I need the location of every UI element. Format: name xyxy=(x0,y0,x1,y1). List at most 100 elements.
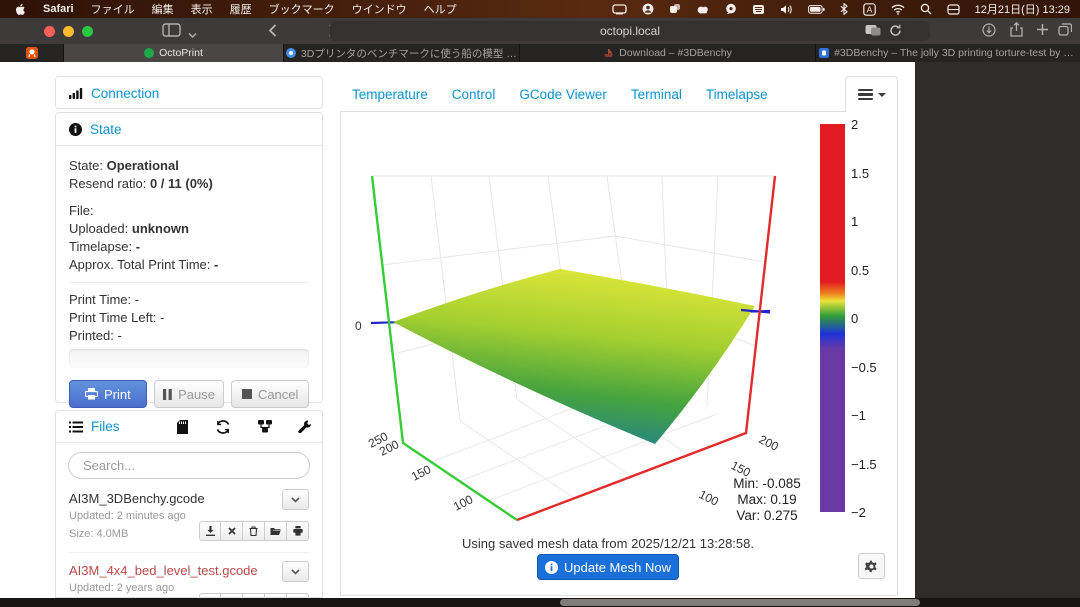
file-expand-button[interactable] xyxy=(282,489,309,510)
macos-menu-bar: Safari ファイル 編集 表示 履歴 ブックマーク ウインドウ ヘルプ A … xyxy=(0,0,1080,18)
colorbar-tick: −2 xyxy=(851,505,893,520)
print-time-left-value: - xyxy=(160,310,164,325)
sidebar-toggle-icon[interactable] xyxy=(162,23,181,42)
cloud-icon[interactable] xyxy=(696,2,710,16)
shortcuts-icon[interactable] xyxy=(669,2,681,16)
colorbar-tick: −1 xyxy=(851,408,893,423)
spotlight-icon[interactable] xyxy=(920,2,932,16)
mesh-min: Min: -0.085 xyxy=(733,476,801,491)
printer-icon xyxy=(85,388,98,400)
tab-temperature[interactable]: Temperature xyxy=(352,87,428,102)
address-bar[interactable]: octopi.local xyxy=(330,21,930,41)
file-expand-button[interactable] xyxy=(282,561,309,582)
octoprint-favicon xyxy=(144,48,154,58)
control-center-icon[interactable] xyxy=(947,2,960,16)
print-button[interactable]: Print xyxy=(69,380,147,408)
files-panel-header[interactable]: Files xyxy=(56,411,322,443)
reload-icon[interactable] xyxy=(889,24,902,40)
sd-card-icon[interactable] xyxy=(177,420,188,437)
tab-3d-printer-article[interactable]: 3Dプリンタのベンチマークに使う船の模型 | 3Dエンジン xyxy=(284,44,520,62)
zoom-window-button[interactable] xyxy=(82,26,93,37)
back-button[interactable] xyxy=(268,24,277,42)
tab-gcode-viewer[interactable]: GCode Viewer xyxy=(519,87,607,102)
signal-bars-icon xyxy=(69,87,83,99)
pause-button[interactable]: Pause xyxy=(154,380,225,408)
download-icon[interactable] xyxy=(199,521,221,541)
tab-octoprint[interactable]: OctoPrint xyxy=(64,44,284,62)
files-search-input[interactable] xyxy=(68,452,310,479)
minimize-window-button[interactable] xyxy=(63,26,74,37)
load-folder-icon[interactable] xyxy=(265,521,287,541)
sidebar-chevron-icon[interactable] xyxy=(188,26,197,44)
menu-item-file[interactable]: ファイル xyxy=(91,1,135,17)
creativetools-favicon xyxy=(819,48,829,58)
benchy-boat-favicon xyxy=(603,48,614,58)
bluetooth-icon[interactable] xyxy=(840,2,848,16)
menu-item-view[interactable]: 表示 xyxy=(191,1,213,17)
address-bar-url: octopi.local xyxy=(600,24,660,38)
svg-text:A: A xyxy=(866,4,872,14)
trash-icon[interactable] xyxy=(243,521,265,541)
folder-tree-icon[interactable] xyxy=(258,420,272,436)
share-icon[interactable] xyxy=(1010,22,1023,42)
keyboard-icon[interactable] xyxy=(752,2,765,16)
bed-mesh-3d-plot[interactable]: 0 250 200 150 100 200 150 100 Min: -0.08… xyxy=(341,112,898,595)
printed-value: - xyxy=(117,328,121,343)
file-row[interactable]: AI3M_3DBenchy.gcode Updated: 2 minutes a… xyxy=(56,481,322,548)
user-icon[interactable] xyxy=(642,2,654,16)
state-panel-header[interactable]: State xyxy=(56,113,322,145)
battery-icon[interactable] xyxy=(808,2,825,16)
resend-ratio-label: Resend ratio: xyxy=(69,176,146,191)
pinned-tab-octoprint[interactable] xyxy=(0,44,64,62)
menu-item-history[interactable]: 履歴 xyxy=(230,1,252,17)
menu-item-window[interactable]: ウインドウ xyxy=(352,1,407,17)
wifi-icon[interactable] xyxy=(891,2,905,16)
downloads-icon[interactable] xyxy=(982,23,996,42)
screen: Safari ファイル 編集 表示 履歴 ブックマーク ウインドウ ヘルプ A … xyxy=(0,0,1080,607)
translate-badge-icon[interactable] xyxy=(865,24,881,40)
tab-timelapse[interactable]: Timelapse xyxy=(706,87,768,102)
update-mesh-button[interactable]: Update Mesh Now xyxy=(537,554,679,580)
menu-item-safari[interactable]: Safari xyxy=(43,3,74,15)
tab-overview-icon[interactable] xyxy=(1058,23,1072,41)
wrench-icon[interactable] xyxy=(298,420,311,436)
chat-icon[interactable] xyxy=(725,2,737,16)
file-name[interactable]: AI3M_3DBenchy.gcode xyxy=(69,491,269,506)
close-window-button[interactable] xyxy=(44,26,55,37)
file-row[interactable]: AI3M_4x4_bed_level_test.gcode Updated: 2… xyxy=(56,553,322,598)
connection-panel-header[interactable]: Connection xyxy=(56,77,322,109)
mesh-data-caption: Using saved mesh data from 2025/12/21 13… xyxy=(341,536,875,551)
cancel-button[interactable]: Cancel xyxy=(231,380,309,408)
menu-item-bookmarks[interactable]: ブックマーク xyxy=(269,1,335,17)
tab-terminal[interactable]: Terminal xyxy=(631,87,682,102)
scrollbar-thumb[interactable] xyxy=(560,599,920,606)
tab-download-3dbenchy[interactable]: Download – #3DBenchy xyxy=(520,44,816,62)
display-icon[interactable] xyxy=(612,2,627,16)
tab-3dbenchy-site[interactable]: #3DBenchy – The jolly 3D printing tortur… xyxy=(816,44,1080,62)
state-value: Operational xyxy=(107,158,179,173)
connection-panel: Connection xyxy=(55,76,323,109)
colorbar xyxy=(820,124,845,512)
input-source-icon[interactable]: A xyxy=(863,2,876,16)
menu-item-help[interactable]: ヘルプ xyxy=(424,1,457,17)
tab-control[interactable]: Control xyxy=(452,87,496,102)
print-time-value: - xyxy=(135,292,139,307)
print-file-icon[interactable] xyxy=(287,521,309,541)
delete-x-icon[interactable] xyxy=(221,521,243,541)
caret-down-icon xyxy=(878,93,886,97)
chevron-down-icon xyxy=(291,569,300,575)
more-tabs-dropdown[interactable] xyxy=(845,76,898,112)
file-label: File: xyxy=(69,202,309,220)
pause-icon xyxy=(163,389,172,400)
resend-ratio-value: 0 / 11 (0%) xyxy=(150,176,213,191)
new-tab-icon[interactable] xyxy=(1036,23,1049,41)
horizontal-scrollbar[interactable] xyxy=(0,598,1080,607)
refresh-icon[interactable] xyxy=(216,420,230,437)
apple-menu-icon[interactable] xyxy=(14,2,26,16)
volume-icon[interactable] xyxy=(780,2,793,16)
file-name-selected[interactable]: AI3M_4x4_bed_level_test.gcode xyxy=(69,563,269,578)
plugin-settings-button[interactable] xyxy=(858,553,885,579)
mesh-max: Max: 0.19 xyxy=(737,492,796,507)
menu-bar-clock[interactable]: 12月21日(日) 13:29 xyxy=(975,1,1070,17)
menu-item-edit[interactable]: 編集 xyxy=(152,1,174,17)
